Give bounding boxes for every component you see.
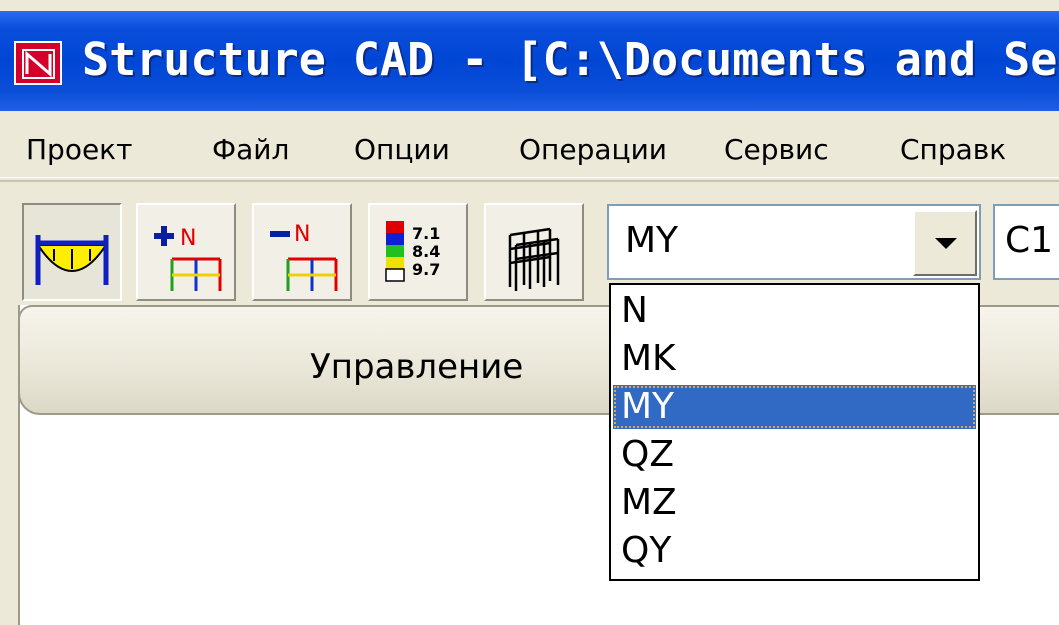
dropdown-option-mk[interactable]: MK: [613, 337, 976, 381]
window-title: Structure CAD - [C:\Documents and Settin: [82, 33, 1059, 86]
3d-frame-button[interactable]: [484, 203, 584, 301]
3d-frame-icon: [508, 227, 560, 291]
force-type-combo[interactable]: MY: [607, 204, 981, 280]
plus-n-button[interactable]: N: [136, 203, 236, 301]
diagram-moment-button[interactable]: [22, 203, 122, 301]
dropdown-option-my[interactable]: MY: [613, 385, 976, 429]
title-bar[interactable]: Structure CAD - [C:\Documents and Settin: [0, 11, 1059, 111]
force-type-dropdown-list[interactable]: N MK MY QZ MZ QY: [609, 283, 980, 581]
app-logo-icon[interactable]: [14, 41, 62, 85]
color-scale-button[interactable]: 7.1 8.4 9.7: [368, 203, 468, 301]
minus-n-label: N: [294, 222, 310, 247]
chevron-down-icon: [935, 238, 957, 249]
toolbar-divider: [0, 180, 1059, 182]
plus-n-label: N: [180, 226, 196, 251]
menu-item-help[interactable]: Справк: [900, 133, 1006, 166]
menu-item-operations[interactable]: Операции: [519, 133, 667, 166]
minus-n-button[interactable]: N: [252, 203, 352, 301]
combo-dropdown-button[interactable]: [913, 210, 977, 276]
scale-value-3: 9.7: [412, 260, 440, 279]
force-type-combo-value: MY: [625, 220, 679, 261]
dropdown-option-qy[interactable]: QY: [613, 529, 976, 573]
menu-item-project[interactable]: Проект: [26, 133, 132, 166]
dropdown-option-mz[interactable]: MZ: [613, 481, 976, 525]
menu-bar: Проект Файл Опции Операции Сервис Справк: [0, 111, 1059, 178]
scale-value-2: 8.4: [412, 242, 440, 261]
minus-n-frame-icon: N: [270, 222, 338, 291]
plus-n-frame-icon: N: [154, 226, 222, 291]
second-combo-value: C1: [1005, 220, 1054, 261]
dropdown-option-qz[interactable]: QZ: [613, 433, 976, 477]
scale-value-1: 7.1: [412, 224, 440, 243]
menu-item-service[interactable]: Сервис: [724, 133, 829, 166]
color-scale-icon: 7.1 8.4 9.7: [385, 221, 440, 282]
moment-diagram-icon: [35, 235, 109, 285]
second-combo[interactable]: C1: [993, 204, 1059, 280]
tab-control-label: Управление: [310, 347, 524, 387]
menu-item-file[interactable]: Файл: [212, 133, 289, 166]
dropdown-option-n[interactable]: N: [613, 289, 976, 333]
menu-item-options[interactable]: Опции: [354, 133, 450, 166]
